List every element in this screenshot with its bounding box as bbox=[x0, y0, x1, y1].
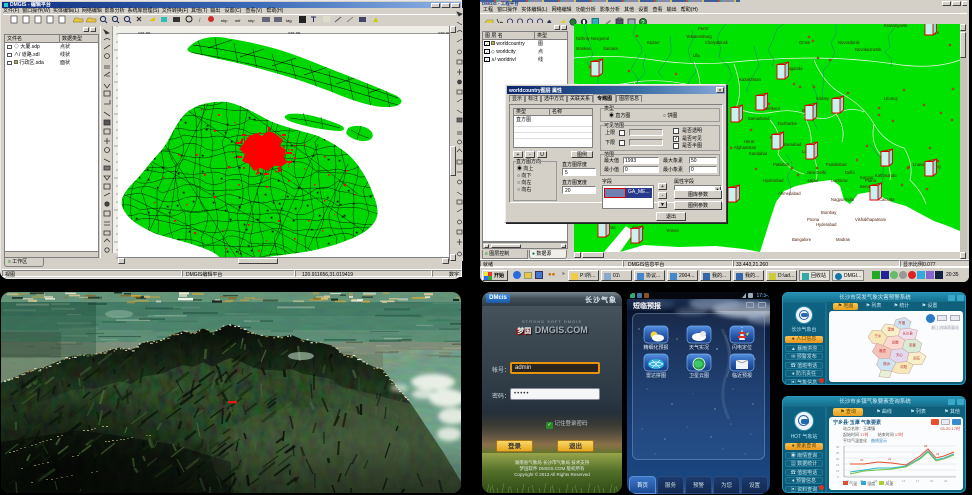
svg-text:21: 21 bbox=[888, 457, 892, 461]
svg-text:Vishakhapatnam: Vishakhapatnam bbox=[855, 217, 887, 222]
svg-text:Kazan': Kazan' bbox=[647, 40, 660, 45]
svg-text:芙蓉: 芙蓉 bbox=[909, 343, 916, 348]
svg-text:Samarkand: Samarkand bbox=[748, 116, 770, 121]
svg-text:tag: tag bbox=[286, 18, 292, 23]
svg-text:India: India bbox=[845, 197, 855, 202]
svg-text:卫星云图: 卫星云图 bbox=[689, 373, 709, 379]
svg-text:Krasnoyarsk: Krasnoyarsk bbox=[884, 24, 908, 28]
svg-text:Yemen: Yemen bbox=[666, 228, 680, 233]
svg-text:25: 25 bbox=[836, 451, 840, 455]
svg-text:Calcutta: Calcutta bbox=[879, 197, 895, 202]
svg-text:浏阳: 浏阳 bbox=[900, 364, 907, 369]
svg-text:Nizhniy Novgorod: Nizhniy Novgorod bbox=[576, 36, 610, 41]
svg-text:Islamabad: Islamabad bbox=[782, 142, 802, 147]
svg-text:精细化预报: 精细化预报 bbox=[643, 344, 668, 351]
svg-text:Yekaterinburg: Yekaterinburg bbox=[686, 34, 712, 39]
svg-text:Lucknow: Lucknow bbox=[831, 178, 849, 183]
svg-text:17: 17 bbox=[916, 479, 920, 483]
svg-text:24: 24 bbox=[936, 452, 940, 456]
svg-text:shp: shp bbox=[221, 18, 228, 23]
svg-text:Bangalore: Bangalore bbox=[792, 237, 812, 242]
svg-text:Jaipur: Jaipur bbox=[807, 178, 819, 183]
svg-text:湘潭: 湘潭 bbox=[879, 348, 886, 353]
svg-text:5: 5 bbox=[837, 475, 839, 479]
svg-text:Perm': Perm' bbox=[698, 26, 709, 31]
svg-text:/: / bbox=[199, 18, 201, 24]
svg-text:开福: 开福 bbox=[898, 320, 905, 325]
svg-text:Novokuznetsk: Novokuznetsk bbox=[855, 47, 882, 52]
svg-text:30: 30 bbox=[836, 445, 840, 449]
svg-text:10: 10 bbox=[836, 469, 840, 473]
svg-text:Urumqi: Urumqi bbox=[884, 96, 898, 101]
svg-text:临近预报: 临近预报 bbox=[732, 372, 752, 379]
svg-text:天气实况: 天气实况 bbox=[689, 344, 709, 351]
svg-text:Pakistan: Pakistan bbox=[773, 162, 790, 167]
svg-text:Omsk: Omsk bbox=[799, 40, 811, 45]
svg-text:Hyderabad: Hyderabad bbox=[763, 178, 784, 183]
svg-text:Nagpur: Nagpur bbox=[831, 197, 845, 202]
svg-text:Dushanbe: Dushanbe bbox=[778, 121, 798, 126]
svg-text:宁乡: 宁乡 bbox=[874, 333, 881, 338]
svg-text:New Delhi: New Delhi bbox=[807, 170, 826, 175]
svg-text:Almaty: Almaty bbox=[816, 96, 830, 101]
svg-text:14: 14 bbox=[902, 479, 906, 483]
svg-text:雷达拼图: 雷达拼图 bbox=[646, 372, 666, 379]
svg-text:Lhasa: Lhasa bbox=[913, 162, 925, 167]
svg-text:20: 20 bbox=[930, 479, 934, 483]
svg-text:Afghanistan: Afghanistan bbox=[734, 145, 757, 150]
svg-text:Faisalabad: Faisalabad bbox=[826, 162, 847, 167]
svg-text:Herat: Herat bbox=[744, 139, 755, 144]
svg-text:Novosibirsk: Novosibirsk bbox=[838, 40, 861, 45]
svg-text:Ufa: Ufa bbox=[693, 53, 700, 58]
svg-text:Samara: Samara bbox=[603, 46, 618, 51]
svg-text:天心: 天心 bbox=[896, 352, 903, 357]
svg-text:20: 20 bbox=[836, 457, 840, 461]
svg-text:mif: mif bbox=[235, 18, 241, 23]
svg-text:Ahmedabad: Ahmedabad bbox=[778, 191, 801, 196]
svg-text:Madras: Madras bbox=[836, 237, 850, 242]
svg-text:Kathmandu: Kathmandu bbox=[875, 173, 897, 178]
svg-text:Delhi: Delhi bbox=[845, 170, 855, 175]
svg-text:Moskva: Moskva bbox=[576, 46, 591, 51]
svg-text:望城: 望城 bbox=[887, 326, 894, 331]
svg-text:20: 20 bbox=[860, 458, 864, 462]
svg-text:Kandahar: Kandahar bbox=[749, 151, 768, 156]
svg-text:Chelyabinsk: Chelyabinsk bbox=[705, 40, 729, 45]
svg-text:雨花: 雨花 bbox=[913, 355, 920, 360]
svg-text:长沙县: 长沙县 bbox=[902, 331, 913, 336]
svg-text:Kazakhstan: Kazakhstan bbox=[739, 77, 762, 82]
svg-text:Patna: Patna bbox=[865, 178, 877, 183]
svg-text:Hyderabad: Hyderabad bbox=[816, 222, 837, 227]
svg-text:Bombay: Bombay bbox=[821, 210, 837, 215]
svg-text:28: 28 bbox=[924, 444, 928, 448]
svg-text:15: 15 bbox=[836, 463, 840, 467]
svg-text:岳麓: 岳麓 bbox=[892, 339, 899, 344]
svg-text:23: 23 bbox=[944, 479, 948, 483]
svg-text:闪电定位: 闪电定位 bbox=[732, 344, 752, 351]
svg-text:株洲: 株洲 bbox=[883, 361, 890, 366]
svg-text:shp: shp bbox=[248, 18, 255, 23]
